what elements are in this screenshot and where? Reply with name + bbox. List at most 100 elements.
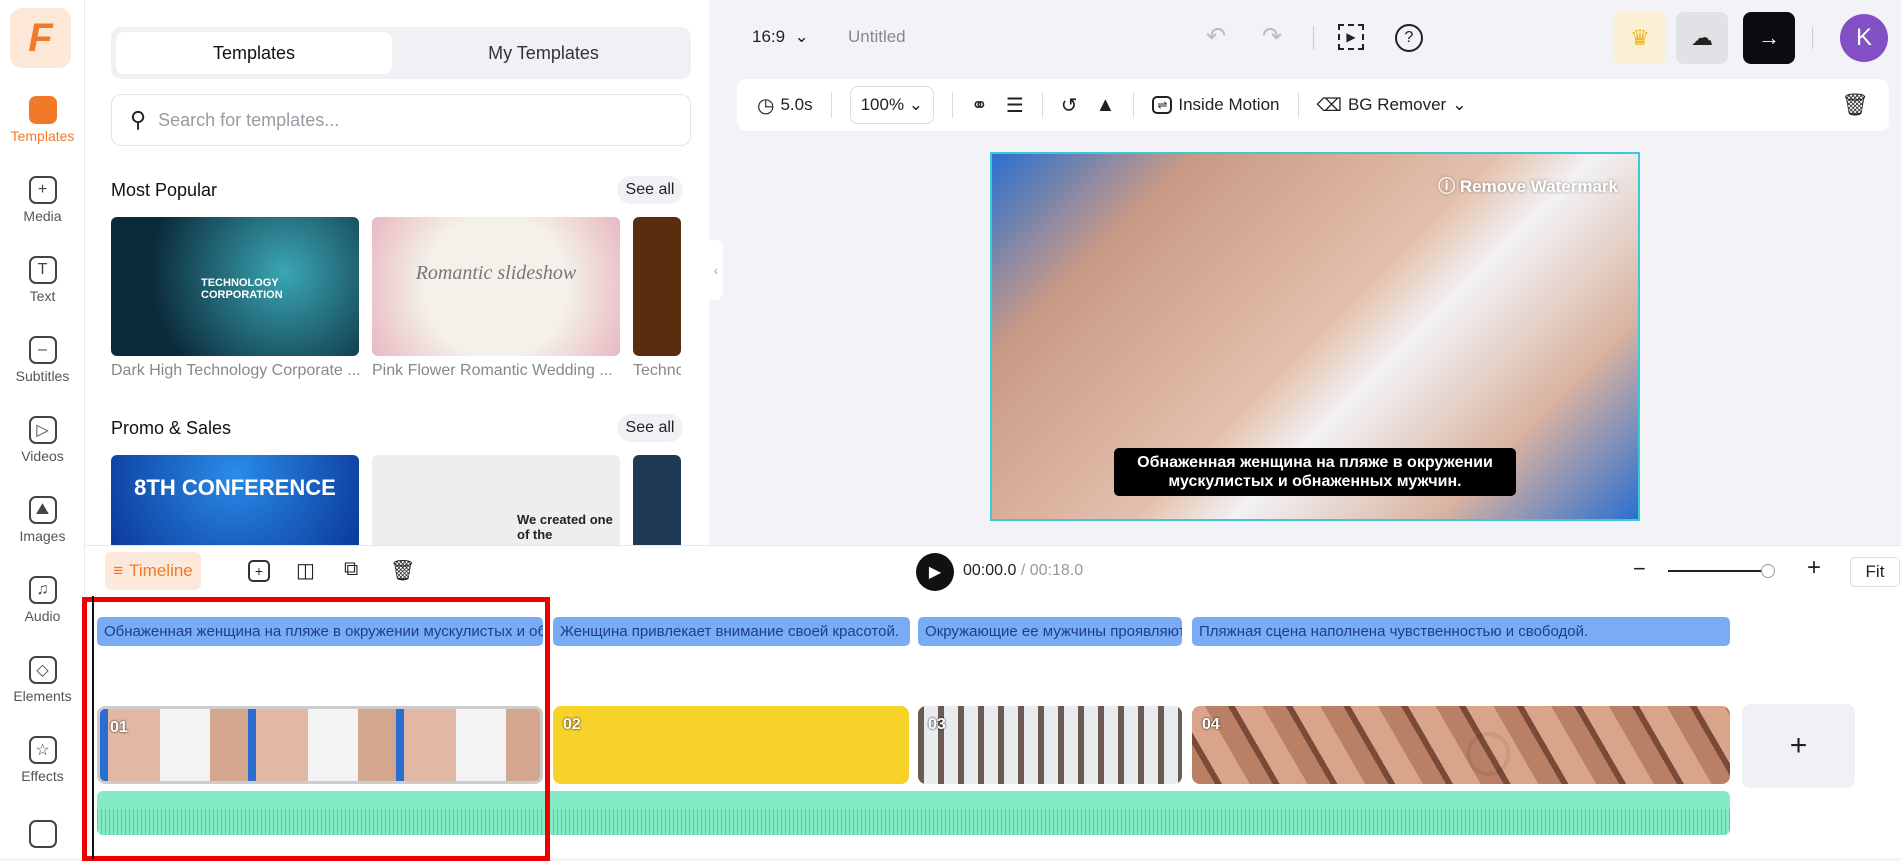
sidebar-item-audio[interactable]: ♫ Audio (0, 576, 85, 624)
tab-templates[interactable]: Templates (116, 32, 392, 74)
timeline-button[interactable]: ≡ Timeline (105, 552, 201, 590)
video-clip[interactable]: 02 (553, 706, 909, 784)
split-icon[interactable]: ◫ (296, 558, 315, 583)
adjust-sliders-icon[interactable]: ☰ (1006, 93, 1024, 118)
divider (1041, 92, 1043, 118)
template-thumb[interactable]: 8TH CONFERENCE (111, 455, 359, 545)
cloud-save-button[interactable]: ☁ (1676, 12, 1728, 64)
help-icon[interactable]: ? (1395, 24, 1423, 52)
search-icon: ⚲ (130, 107, 147, 132)
motion-icon: ⇌ (1152, 96, 1173, 114)
divider (1133, 92, 1135, 118)
sidebar-item-label: Effects (21, 768, 64, 784)
zoom-select[interactable]: 100% ⌄ (849, 86, 935, 124)
subtitle-block[interactable]: Пляжная сцена наполнена чувственностью и… (1192, 617, 1730, 646)
divider (952, 92, 954, 118)
app-logo[interactable]: F (10, 8, 71, 68)
color-filter-icon[interactable]: ⚭ (971, 93, 988, 118)
watermark-logo: ◯ (1465, 727, 1515, 774)
thumb-text: We created one of the (517, 512, 613, 542)
clip-number: 02 (563, 716, 581, 733)
avatar[interactable]: K (1840, 14, 1888, 62)
subtitle-block[interactable]: Окружающие ее мужчины проявляют интерес. (918, 617, 1182, 646)
template-caption: Techno (633, 362, 681, 379)
images-icon: ⛰ (28, 496, 57, 524)
fit-button[interactable]: Fit (1850, 557, 1900, 587)
zoom-slider-handle[interactable] (1761, 564, 1775, 578)
clip-number: 03 (928, 716, 946, 733)
clip-number: 04 (1202, 716, 1220, 733)
trash-icon[interactable]: 🗑 (1841, 92, 1869, 118)
sidebar-item-label: Text (29, 288, 56, 304)
aspect-ratio-select[interactable]: 16:9 ⌄ (752, 27, 809, 47)
sidebar-item-images[interactable]: ⛰ Images (0, 496, 85, 544)
sidebar-item-label: Videos (21, 448, 64, 464)
video-clip[interactable]: 03 (918, 706, 1182, 784)
sidebar-item-label: Elements (13, 688, 72, 704)
rotate-icon[interactable]: ↺ (1061, 93, 1078, 118)
sidebar-item-label: Images (19, 528, 66, 544)
template-thumb[interactable]: TECHNOLOGY CORPORATION (111, 217, 359, 356)
template-caption: Dark High Technology Corporate ... (111, 362, 361, 379)
screen-record-icon[interactable]: ▶ (1338, 24, 1364, 50)
redo-icon[interactable]: ↷ (1262, 22, 1282, 51)
sidebar-item-text[interactable]: T Text (0, 256, 85, 304)
sidebar-item-media[interactable]: + Media (0, 176, 85, 224)
section-title: Most Popular (111, 180, 218, 200)
project-title[interactable]: Untitled (848, 27, 906, 47)
sidebar-item-templates[interactable]: Templates (0, 96, 85, 144)
sidebar-item-label: Templates (10, 128, 75, 144)
template-thumb[interactable]: We created one of the (372, 455, 620, 545)
remove-watermark-button[interactable]: ⓘ Remove Watermark (1438, 172, 1618, 197)
sidebar-item-label: Subtitles (15, 368, 70, 384)
tab-my-templates[interactable]: My Templates (401, 32, 686, 74)
zoom-out-icon[interactable]: − (1633, 556, 1646, 582)
bg-remover-button[interactable]: ⌫ BG Remover ⌄ (1317, 95, 1467, 116)
preview-canvas[interactable]: ⓘ Remove Watermark Обнаженная женщина на… (990, 152, 1640, 521)
timeline-icon: ≡ (113, 561, 124, 580)
video-clip[interactable]: 04 (1192, 706, 1730, 784)
selection-highlight (82, 597, 550, 861)
subtitles-icon: – (28, 336, 57, 364)
see-all-button[interactable]: See all (617, 176, 683, 204)
thumb-text: TECHNOLOGY CORPORATION (201, 277, 283, 301)
current-time: 00:00.0 (963, 562, 1017, 579)
search-input[interactable]: ⚲ Search for templates... (111, 94, 691, 146)
template-thumb[interactable]: Romantic slideshow (372, 217, 620, 356)
duration-button[interactable]: ◷ 5.0s (757, 93, 813, 118)
elements-icon: ◇ (28, 656, 57, 684)
play-button[interactable]: ▶ (916, 553, 954, 591)
collapse-panel-handle[interactable]: ‹ (709, 240, 723, 300)
undo-icon[interactable]: ↶ (1206, 22, 1226, 51)
sidebar-item-more[interactable] (0, 820, 85, 852)
add-track-icon[interactable]: + (248, 560, 270, 582)
premium-crown-button[interactable]: ♛ (1614, 12, 1666, 64)
template-thumb[interactable] (633, 455, 681, 545)
zoom-in-icon[interactable]: + (1807, 554, 1821, 582)
sidebar-item-label: Media (23, 208, 62, 224)
timeline-label: Timeline (129, 561, 193, 580)
timeline-panel: ≡ Timeline + ◫ ⧉ 🗑 ▶ 00:00.0 / 00:18.0 − … (82, 545, 1901, 861)
sidebar-item-effects[interactable]: ☆ Effects (0, 736, 85, 784)
subtitle-block[interactable]: Женщина привлекает внимание своей красот… (553, 617, 910, 646)
playhead[interactable] (92, 596, 94, 859)
see-all-button[interactable]: See all (617, 414, 683, 442)
subtitle-overlay[interactable]: Обнаженная женщина на пляже в окружении … (1114, 448, 1516, 496)
sidebar-item-videos[interactable]: ▷ Videos (0, 416, 85, 464)
sidebar-item-elements[interactable]: ◇ Elements (0, 656, 85, 704)
add-clip-button[interactable]: + (1742, 704, 1855, 788)
inside-motion-button[interactable]: ⇌ Inside Motion (1152, 95, 1280, 115)
edit-toolbar: ◷ 5.0s 100% ⌄ ⚭ ☰ ↺ ▲ ⇌ Inside Motion ⌫ BG … (737, 79, 1889, 131)
duplicate-icon[interactable]: ⧉ (344, 558, 358, 581)
delete-icon[interactable]: 🗑 (390, 558, 415, 583)
zoom-slider[interactable] (1668, 570, 1768, 572)
template-thumb[interactable] (633, 217, 681, 356)
sidebar-item-subtitles[interactable]: – Subtitles (0, 336, 85, 384)
zoom-value: 100% (860, 95, 905, 114)
divider (830, 92, 832, 118)
template-caption: Pink Flower Romantic Wedding ... (372, 362, 613, 379)
time-display: 00:00.0 / 00:18.0 (963, 562, 1083, 580)
flip-icon[interactable]: ▲ (1096, 94, 1116, 117)
export-button[interactable]: → (1743, 12, 1795, 64)
audio-icon: ♫ (28, 576, 57, 604)
